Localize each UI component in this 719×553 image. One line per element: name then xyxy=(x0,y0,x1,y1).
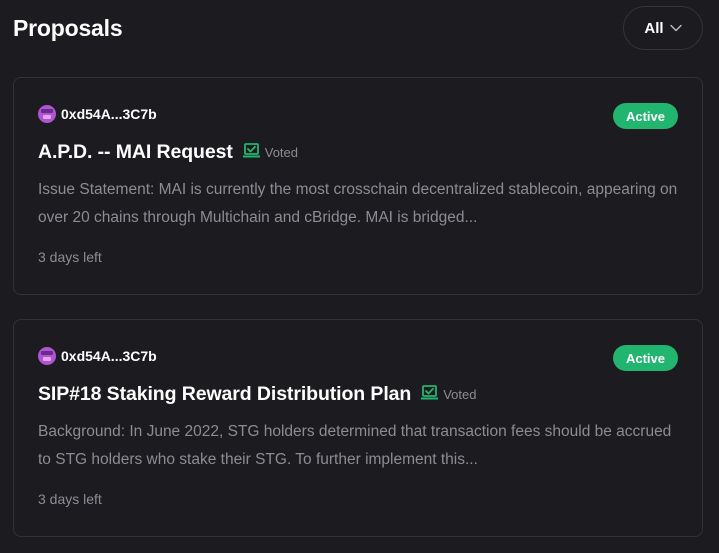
status-badge: Active xyxy=(612,103,678,129)
status-badge: Active xyxy=(612,345,678,371)
proposal-title-row: SIP#18 Staking Reward Distribution Plan … xyxy=(38,383,476,406)
voted-label: Voted xyxy=(443,387,477,402)
check-box-icon xyxy=(421,384,439,405)
proposal-summary: Issue Statement: MAI is currently the mo… xyxy=(38,181,678,226)
proposal-author[interactable]: 0xd54A...3C7b xyxy=(38,347,157,365)
filter-label: All xyxy=(644,19,664,37)
check-box-icon xyxy=(242,142,260,163)
proposal-author[interactable]: 0xd54A...3C7b xyxy=(38,105,157,123)
author-address[interactable]: 0xd54A...3C7b xyxy=(61,106,157,122)
proposals-header: Proposals All xyxy=(13,6,703,52)
author-address[interactable]: 0xd54A...3C7b xyxy=(61,348,157,364)
proposal-title[interactable]: A.P.D. -- MAI Request xyxy=(38,141,233,164)
voted-label: Voted xyxy=(264,145,298,160)
proposals-page: Proposals All 0xd54A...3C7b Active A.P.D… xyxy=(0,0,719,553)
voted-indicator: Voted xyxy=(421,384,477,405)
chevron-down-icon xyxy=(669,24,682,32)
proposal-summary: Background: In June 2022, STG holders de… xyxy=(38,423,672,468)
page-title: Proposals xyxy=(13,15,123,41)
filter-dropdown-button[interactable]: All xyxy=(623,6,703,50)
time-remaining: 3 days left xyxy=(38,491,102,507)
avatar xyxy=(38,347,56,365)
avatar xyxy=(38,105,56,123)
proposal-title[interactable]: SIP#18 Staking Reward Distribution Plan xyxy=(38,383,411,406)
time-remaining: 3 days left xyxy=(38,249,102,265)
proposal-card[interactable]: 0xd54A...3C7b Active SIP#18 Staking Rewa… xyxy=(13,319,703,537)
proposal-title-row: A.P.D. -- MAI Request Voted xyxy=(38,141,298,164)
voted-indicator: Voted xyxy=(242,142,298,163)
proposal-card[interactable]: 0xd54A...3C7b Active A.P.D. -- MAI Reque… xyxy=(13,77,703,295)
